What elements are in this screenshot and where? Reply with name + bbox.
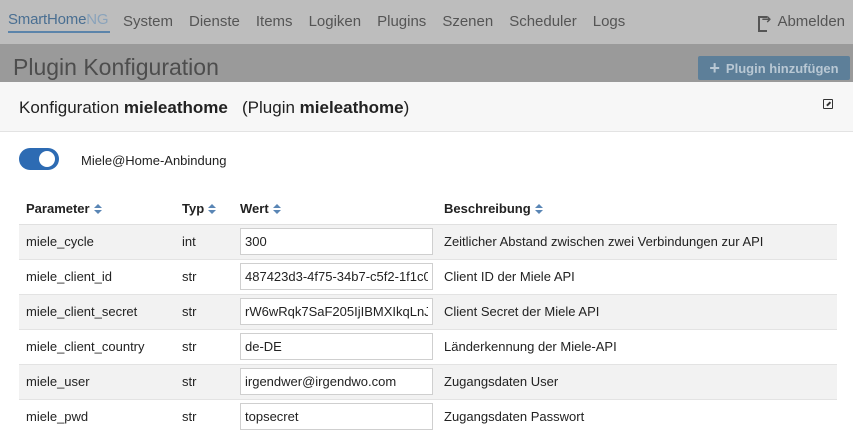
nav-item-plugins[interactable]: Plugins — [377, 13, 426, 30]
param-name: miele_pwd — [19, 398, 175, 434]
param-type: int — [175, 223, 240, 259]
param-value-input[interactable] — [240, 368, 433, 395]
table-header-row: Parameter Typ Wert Beschreibung — [19, 194, 837, 225]
logout-icon — [758, 12, 772, 32]
param-name: miele_client_secret — [19, 293, 175, 329]
modal-title-prefix: Konfiguration — [19, 98, 124, 117]
nav-item-system[interactable]: System — [123, 13, 173, 30]
param-value-input[interactable] — [240, 298, 433, 325]
sort-icon — [534, 204, 543, 215]
column-header-label: Typ — [182, 201, 205, 217]
param-name: miele_cycle — [19, 223, 175, 259]
modal-title-plugin-name: mieleathome — [299, 98, 404, 117]
param-value-cell — [240, 363, 437, 399]
brand-underline — [8, 31, 110, 33]
nav-item-szenen[interactable]: Szenen — [442, 13, 493, 30]
param-name: miele_client_country — [19, 328, 175, 364]
add-plugin-button[interactable]: + Plugin hinzufügen — [698, 56, 850, 80]
param-description: Länderkennung der Miele-API — [437, 328, 837, 364]
column-header-parameter[interactable]: Parameter — [19, 194, 175, 225]
param-description: Zugangsdaten Passwort — [437, 398, 837, 434]
param-description: Client ID der Miele API — [437, 258, 837, 294]
table-row: miele_client_id str Client ID der Miele … — [19, 258, 837, 294]
plugin-config-modal: Konfiguration mieleathome (Plugin mielea… — [0, 82, 853, 444]
brand-logo[interactable]: SmartHomeNG — [8, 11, 109, 28]
param-description: Zugangsdaten User — [437, 363, 837, 399]
modal-title-plugin-prefix: (Plugin — [242, 98, 300, 117]
nav-item-scheduler[interactable]: Scheduler — [509, 13, 577, 30]
top-navbar: SmartHomeNG System Dienste Items Logiken… — [0, 0, 853, 44]
sort-icon — [272, 204, 281, 215]
toggle-label: Miele@Home-Anbindung — [81, 153, 227, 168]
table-row: miele_cycle int Zeitlicher Abstand zwisc… — [19, 223, 837, 259]
column-header-label: Beschreibung — [444, 201, 531, 217]
modal-title-plugin-suffix: ) — [403, 98, 410, 117]
nav-item-items[interactable]: Items — [256, 13, 293, 30]
sort-icon — [93, 204, 102, 215]
param-description: Client Secret der Miele API — [437, 293, 837, 329]
param-value-cell — [240, 258, 437, 294]
param-value-cell — [240, 293, 437, 329]
param-name: miele_client_id — [19, 258, 175, 294]
nav-menu: System Dienste Items Logiken Plugins Sze… — [123, 13, 641, 30]
modal-header: Konfiguration mieleathome (Plugin mielea… — [0, 82, 853, 132]
toggle-knob — [39, 151, 55, 167]
table-row: miele_user str Zugangsdaten User — [19, 363, 837, 399]
table-row: miele_client_secret str Client Secret de… — [19, 293, 837, 329]
table-row: miele_client_country str Länderkennung d… — [19, 328, 837, 364]
add-plugin-label: Plugin hinzufügen — [725, 60, 839, 76]
param-type: str — [175, 258, 240, 294]
brand-ng-text: NG — [86, 11, 109, 28]
param-type: str — [175, 363, 240, 399]
param-description: Zeitlicher Abstand zwischen zwei Verbind… — [437, 223, 837, 259]
param-value-input[interactable] — [240, 263, 433, 290]
param-value-cell — [240, 398, 437, 434]
expand-icon[interactable] — [823, 99, 833, 109]
plus-icon: + — [709, 58, 720, 78]
logout-button[interactable]: Abmelden — [758, 12, 845, 32]
param-value-input[interactable] — [240, 228, 433, 255]
param-type: str — [175, 293, 240, 329]
param-type: str — [175, 398, 240, 434]
anbindung-toggle[interactable] — [19, 148, 59, 170]
table-row: miele_pwd str Zugangsdaten Passwort — [19, 398, 837, 434]
sort-icon — [208, 204, 217, 215]
brand-main-text: SmartHome — [8, 11, 87, 28]
param-value-input[interactable] — [240, 403, 433, 431]
param-value-cell — [240, 328, 437, 364]
column-header-beschreibung[interactable]: Beschreibung — [437, 194, 837, 225]
page-title: Plugin Konfiguration — [13, 54, 219, 80]
parameter-table: Parameter Typ Wert Beschreibung miele_cy… — [19, 194, 837, 434]
logout-label: Abmelden — [777, 13, 845, 30]
param-value-cell — [240, 223, 437, 259]
nav-item-logs[interactable]: Logs — [593, 13, 626, 30]
modal-title-name: mieleathome — [123, 98, 228, 117]
param-name: miele_user — [19, 363, 175, 399]
column-header-typ[interactable]: Typ — [175, 194, 240, 225]
nav-item-logiken[interactable]: Logiken — [309, 13, 362, 30]
modal-title: Konfiguration mieleathome (Plugin mielea… — [19, 98, 409, 118]
column-header-label: Parameter — [26, 201, 90, 217]
param-value-input[interactable] — [240, 333, 433, 360]
column-header-wert[interactable]: Wert — [240, 194, 437, 225]
nav-item-dienste[interactable]: Dienste — [189, 13, 240, 30]
param-type: str — [175, 328, 240, 364]
column-header-label: Wert — [240, 201, 269, 217]
